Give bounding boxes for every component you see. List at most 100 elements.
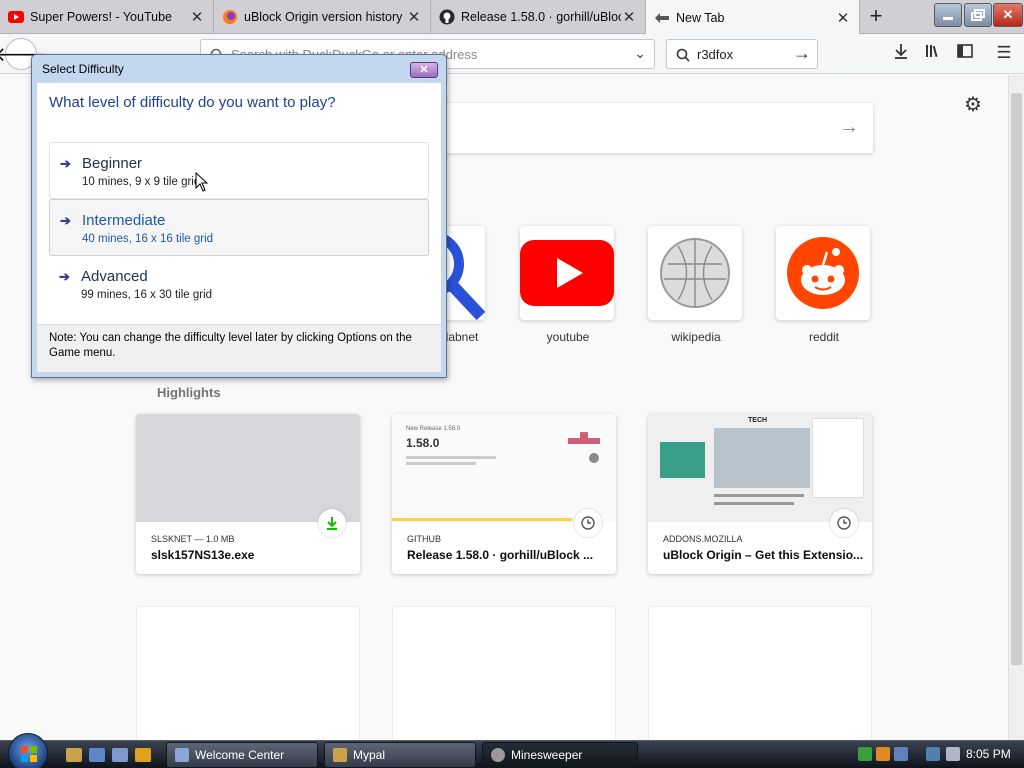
youtube-icon [520,226,614,320]
thumb-subtitle: New Release 1.58.0 [406,426,461,432]
start-button[interactable] [8,733,48,768]
close-tab-icon[interactable]: ✕ [406,8,422,26]
taskbar: Welcome Center Mypal Minesweeper 8:05 PM [0,733,1024,768]
clock-icon [574,509,602,537]
close-dialog-button[interactable]: ✕ [410,62,438,78]
dialog-question: What level of difficulty do you want to … [49,94,336,111]
thumb-image-block [660,442,705,478]
thumb-sidebar-panel [812,418,864,498]
option-beginner[interactable]: ➔ Beginner 10 mines, 9 x 9 tile grid [49,142,429,199]
volume-icon[interactable] [946,747,960,761]
tray-app-icon[interactable] [876,747,890,761]
tab-ublock-history[interactable]: uBlock Origin version history ✕ [214,0,431,34]
quicklaunch-mypal-icon[interactable] [66,748,82,762]
taskbar-welcome-center[interactable]: Welcome Center [166,742,318,768]
library-icon[interactable] [922,43,944,65]
tab-youtube[interactable]: Super Powers! - YouTube ✕ [0,0,214,34]
tab-title: uBlock Origin version history [244,10,403,24]
download-icon [318,509,346,537]
show-desktop-icon[interactable] [89,748,105,762]
arrow-right-icon: ➔ [60,213,71,228]
highlight-card-addons[interactable]: TECH ADDONS.MOZILLA uBlock Origin – Get … [648,414,872,574]
thumb-heading: TECH [748,417,768,424]
highlights-heading: Highlights [157,385,221,400]
thumb-text-line [714,502,794,505]
switch-windows-icon[interactable] [112,748,128,762]
tab-new-tab[interactable]: New Tab ✕ [646,0,860,35]
clock-icon [830,509,858,537]
gear-icon[interactable]: ⚙ [964,92,982,117]
option-label: Intermediate [82,212,166,229]
option-detail: 99 mines, 16 x 30 tile grid [81,289,213,301]
new-tab-button[interactable]: + [864,5,888,29]
sidebar-icon[interactable] [954,43,976,65]
close-window-button[interactable]: ✕ [993,3,1023,27]
option-advanced[interactable]: ➔ Advanced 99 mines, 16 x 30 tile grid [49,256,429,313]
highlight-card-download[interactable]: SLSKNET — 1.0 MB slsk157NS13e.exe [136,414,360,574]
close-tab-icon[interactable]: ✕ [835,9,851,27]
youtube-icon [8,9,24,25]
option-detail: 10 mines, 9 x 9 tile grid [82,176,201,188]
downloads-icon[interactable] [890,43,912,65]
taskbar-minesweeper[interactable]: Minesweeper [482,742,638,768]
close-tab-icon[interactable]: ✕ [189,8,205,26]
empty-highlight-slot [392,606,616,740]
chevron-down-icon[interactable]: ⌄ [634,45,646,62]
media-player-icon[interactable] [135,748,151,762]
top-site-label: reddit [808,330,840,344]
arrow-right-icon: ➔ [60,156,71,171]
option-intermediate[interactable]: ➔ Intermediate 40 mines, 16 x 16 tile gr… [49,199,429,256]
card-thumbnail: New Release 1.58.0 1.58.0 [392,414,616,522]
tray-app-icon[interactable] [894,747,908,761]
welcome-center-icon [175,748,189,762]
option-label: Beginner [82,155,143,172]
mouse-cursor-icon [195,172,209,192]
taskbar-clock[interactable]: 8:05 PM [966,747,1011,761]
reddit-icon [776,226,870,320]
scrollbar-thumb[interactable] [1011,93,1022,665]
minesweeper-icon [491,748,505,762]
option-detail: 40 mines, 16 x 16 tile grid [82,233,214,245]
tab-title: Release 1.58.0 · gorhill/uBlock [461,10,621,24]
top-site-wikipedia[interactable]: wikipedia [648,226,744,344]
tab-github-release[interactable]: Release 1.58.0 · gorhill/uBlock ✕ [431,0,646,34]
card-source: SLSKNET — 1.0 MB [151,534,235,544]
minimize-button[interactable] [934,3,962,27]
card-title: slsk157NS13e.exe [151,548,255,562]
vertical-scrollbar[interactable] [1008,75,1024,740]
arrow-right-icon: ➔ [59,269,70,284]
taskbar-mypal[interactable]: Mypal [324,742,476,768]
search-bar[interactable]: r3dfox → [666,39,818,69]
taskbar-button-label: Mypal [353,748,386,762]
dialog-title: Select Difficulty [42,62,124,76]
windows-logo-icon [21,746,37,762]
thumb-version: 1.58.0 [406,436,440,450]
search-icon [676,48,690,62]
card-thumbnail: TECH [648,414,872,522]
tray-check-icon[interactable] [858,747,872,761]
page-search-box[interactable]: → [430,103,873,153]
dialog-note: Note: You can change the difficulty leve… [49,332,412,359]
empty-highlight-slot [648,606,872,740]
select-difficulty-dialog: Select Difficulty ✕ What level of diffic… [31,54,447,378]
search-value: r3dfox [697,46,734,62]
arrow-right-icon[interactable]: → [793,43,811,64]
option-label: Advanced [81,268,148,285]
dialog-titlebar[interactable]: Select Difficulty ✕ [32,55,446,83]
card-source: GITHUB [407,534,442,544]
card-title: uBlock Origin – Get this Extensio... [663,548,863,562]
top-site-label: wikipedia [671,330,721,344]
top-site-reddit[interactable]: reddit [776,226,872,344]
thumb-graphic-icon [568,432,600,463]
highlight-card-github[interactable]: New Release 1.58.0 1.58.0 GITHUB Release… [392,414,616,574]
menu-icon[interactable]: ☰ [993,43,1015,65]
card-thumbnail [136,414,360,522]
taskbar-button-label: Welcome Center [195,748,285,762]
arrow-right-icon[interactable]: → [839,116,859,139]
close-tab-icon[interactable]: ✕ [621,8,637,26]
firefox-icon [222,9,238,25]
maximize-button[interactable] [964,3,992,27]
network-icon[interactable] [926,747,940,761]
dialog-body: What level of difficulty do you want to … [37,83,441,372]
top-site-youtube[interactable]: youtube [520,226,616,344]
